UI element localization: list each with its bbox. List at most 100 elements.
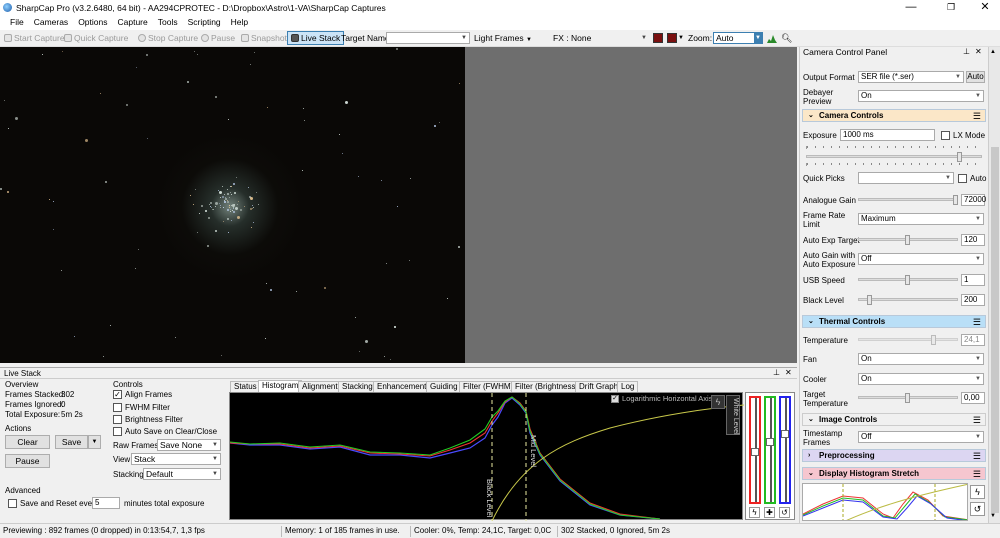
target-temperature-slider-thumb[interactable] (905, 393, 910, 403)
black-level-slider-thumb[interactable] (867, 295, 872, 305)
zoom-icon[interactable]: 🔍︎ (781, 33, 795, 43)
pause-stack-button[interactable]: Pause (5, 454, 50, 468)
frame-rate-select[interactable]: Maximum ▼ (858, 213, 984, 225)
hamburger-icon[interactable]: ☰ (973, 414, 981, 426)
color-balance-sliders[interactable]: ϟ ✚ ↺ (745, 392, 795, 520)
image-controls-section[interactable]: ⌄ Image Controls ☰ (802, 413, 986, 426)
raw-frames-select[interactable]: Save None ▼ (157, 439, 221, 451)
menu-options[interactable]: Options (73, 16, 112, 29)
close-icon[interactable]: ✕ (975, 47, 982, 56)
quick-capture-button[interactable]: Quick Capture (64, 33, 128, 43)
black-level-slider[interactable] (858, 295, 958, 305)
frame-type-select[interactable]: Light Frames ▼ (474, 33, 532, 43)
output-auto-button[interactable]: Auto (966, 71, 985, 83)
histogram-icon[interactable] (767, 33, 777, 43)
analogue-gain-slider-thumb[interactable] (953, 195, 958, 205)
auto-gain-select[interactable]: Off ▼ (858, 253, 984, 265)
lightning-icon[interactable]: ϟ (711, 395, 725, 409)
view-select[interactable]: Stack ▼ (131, 453, 221, 465)
fx-select[interactable]: None ▼ (568, 32, 650, 44)
log-axis-checkbox[interactable]: ✓ (611, 395, 619, 403)
align-frames-checkbox[interactable]: ✓ (113, 390, 122, 399)
crosshair-icon[interactable]: ✚ (764, 507, 775, 518)
tab-guiding[interactable]: Guiding (426, 381, 462, 392)
tab-histogram[interactable]: Histogram (258, 380, 303, 392)
pin-icon[interactable]: ⊥ (773, 368, 780, 377)
target-name-input[interactable]: ▼ (386, 32, 470, 44)
fx-color-1-button[interactable] (653, 33, 663, 43)
tab-status[interactable]: Status (230, 381, 261, 392)
auto-stretch-icon[interactable]: ϟ (970, 485, 985, 499)
timestamp-frames-select[interactable]: Off ▼ (858, 431, 984, 443)
debayer-preview-select[interactable]: On ▼ (858, 90, 984, 102)
scroll-up-icon[interactable]: ▲ (990, 49, 996, 55)
tab-log[interactable]: Log (617, 381, 639, 392)
auto-exp-target-input[interactable]: 120 (961, 234, 985, 246)
green-slider[interactable] (764, 396, 776, 504)
exposure-slider[interactable] (806, 152, 982, 162)
fx-color-2-button[interactable] (667, 33, 677, 43)
auto-exp-target-slider[interactable] (858, 235, 958, 245)
save-button[interactable]: Save (55, 435, 88, 449)
scrollbar-thumb[interactable] (991, 147, 999, 513)
green-slider-thumb[interactable] (766, 438, 774, 446)
white-level-control[interactable]: White Level (726, 395, 740, 435)
auto-exp-target-slider-thumb[interactable] (905, 235, 910, 245)
target-temperature-input[interactable]: 0,00 (961, 392, 985, 404)
start-capture-button[interactable]: Start Capture (4, 33, 65, 43)
analogue-gain-slider[interactable] (858, 195, 958, 205)
camera-panel-scrollbar[interactable]: ▲ ▼ (988, 47, 1000, 523)
stack-histogram[interactable]: ✓ Logarithmic Horizontal Axis ϟ White Le… (229, 392, 745, 522)
snapshot-button[interactable]: Snapshot (241, 33, 287, 43)
menu-scripting[interactable]: Scripting (183, 16, 226, 29)
hamburger-icon[interactable]: ☰ (973, 468, 981, 480)
display-histogram-preview[interactable] (802, 483, 968, 521)
reset-icon[interactable]: ↺ (779, 507, 790, 518)
hamburger-icon[interactable]: ☰ (973, 450, 981, 462)
auto-balance-icon[interactable]: ϟ (749, 507, 760, 518)
pin-icon[interactable]: ⊥ (963, 47, 970, 56)
display-histogram-section[interactable]: ⌄ Display Histogram Stretch ☰ (802, 467, 986, 480)
tab-filter-brightness[interactable]: Filter (Brightness) (511, 381, 583, 392)
cooler-select[interactable]: On ▼ (858, 373, 984, 385)
output-format-select[interactable]: SER file (*.ser) ▼ (858, 71, 964, 83)
pause-button[interactable]: Pause (201, 33, 235, 43)
red-slider-thumb[interactable] (751, 448, 759, 456)
tab-filter-fwhm[interactable]: Filter (FWHM) (459, 381, 518, 392)
quick-picks-auto-checkbox[interactable] (958, 174, 967, 183)
tab-drift-graph[interactable]: Drift Graph (575, 381, 623, 392)
menu-tools[interactable]: Tools (153, 16, 183, 29)
reset-stretch-icon[interactable]: ↺ (970, 502, 985, 516)
analogue-gain-input[interactable]: 72000 (961, 194, 986, 206)
clear-button[interactable]: Clear (5, 435, 50, 449)
stacking-select[interactable]: Default ▼ (143, 468, 221, 480)
usb-speed-slider[interactable] (858, 275, 958, 285)
save-options-button[interactable]: ▼ (88, 435, 101, 449)
camera-controls-section[interactable]: ⌄ Camera Controls ☰ (802, 109, 986, 122)
blue-slider[interactable] (779, 396, 791, 504)
exposure-slider-thumb[interactable] (957, 152, 962, 162)
fwhm-filter-checkbox[interactable] (113, 403, 122, 412)
auto-save-checkbox[interactable] (113, 427, 122, 436)
quick-picks-select[interactable]: ▼ (858, 172, 954, 184)
preprocessing-section[interactable]: › Preprocessing ☰ (802, 449, 986, 462)
fan-select[interactable]: On ▼ (858, 353, 984, 365)
hamburger-icon[interactable]: ☰ (973, 110, 981, 122)
menu-help[interactable]: Help (226, 16, 253, 29)
hamburger-icon[interactable]: ☰ (973, 316, 981, 328)
save-reset-minutes-input[interactable]: 5 (92, 497, 120, 509)
scroll-down-icon[interactable]: ▼ (990, 513, 996, 519)
menu-cameras[interactable]: Cameras (29, 16, 73, 29)
brightness-filter-checkbox[interactable] (113, 415, 122, 424)
close-icon[interactable]: ✕ (785, 368, 792, 377)
menu-file[interactable]: File (5, 16, 29, 29)
exposure-input[interactable]: 1000 ms (840, 129, 935, 141)
chevron-down-icon[interactable]: ▼ (678, 35, 684, 41)
close-button[interactable]: ✕ (970, 0, 1000, 16)
live-stack-button[interactable]: Live Stack (287, 31, 345, 45)
tab-enhancement[interactable]: Enhancement (373, 381, 431, 392)
tab-stacking[interactable]: Stacking (338, 381, 377, 392)
usb-speed-input[interactable]: 1 (961, 274, 985, 286)
menu-capture[interactable]: Capture (112, 16, 152, 29)
stop-capture-button[interactable]: Stop Capture (138, 33, 198, 43)
